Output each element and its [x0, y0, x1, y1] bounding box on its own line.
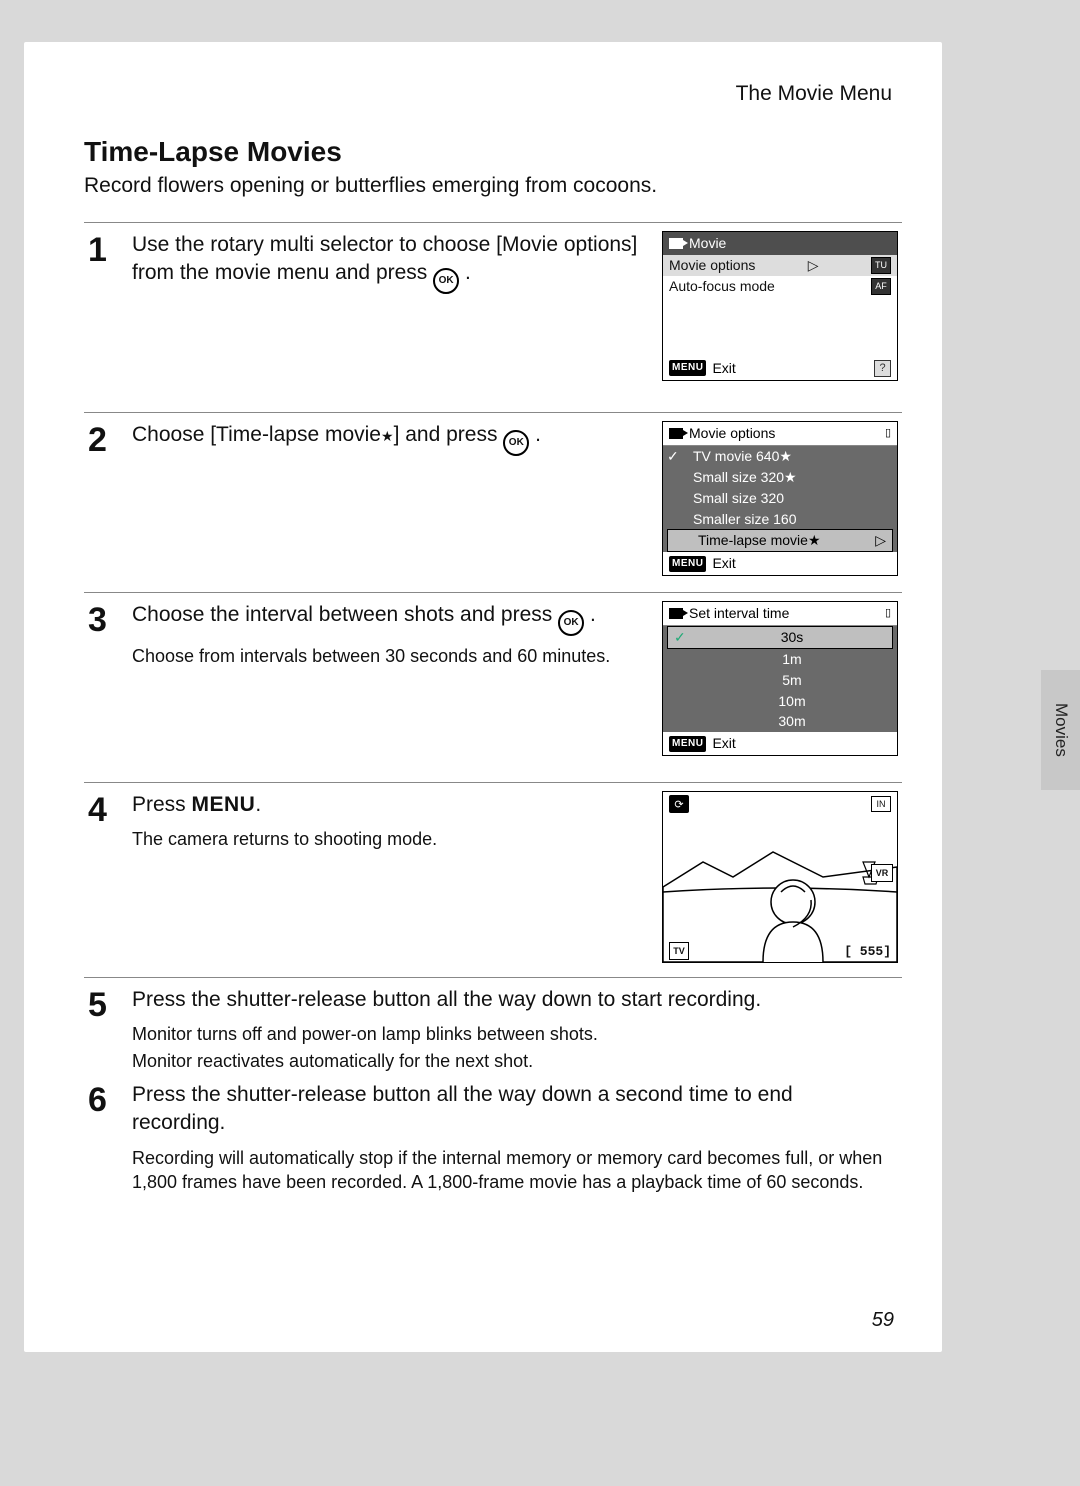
step-text-mid: ] and press	[394, 423, 504, 446]
lcd-shooting-preview: ⟳ IN VR TV [ 555]	[662, 791, 898, 963]
lcd-footer: MENU Exit	[663, 552, 897, 575]
step-text: Use the rotary multi selector to choose …	[132, 233, 637, 284]
step-4: 4 Press MENU. The camera returns to shoo…	[84, 783, 902, 978]
battery-icon: ▯	[885, 426, 891, 441]
movie-icon	[669, 608, 683, 619]
internal-memory-icon: IN	[871, 796, 891, 812]
option-tv-movie-640: ✓ TV movie 640★	[663, 446, 897, 467]
lcd-title: Set interval time	[689, 604, 789, 623]
interval-1m: 1m	[663, 649, 897, 670]
menu-button-icon: MENU	[669, 556, 706, 572]
step-body: Press MENU. The camera returns to shooti…	[132, 791, 650, 967]
chevron-right-icon: ▷	[808, 256, 819, 275]
page: The Movie Menu Time-Lapse Movies Record …	[0, 0, 1080, 1486]
side-tab-label: Movies	[1051, 703, 1071, 757]
step-screen: Movie Movie options ▷ TU Auto-focus mode…	[650, 231, 898, 402]
exit-label: Exit	[712, 359, 735, 378]
help-icon: ?	[874, 360, 891, 377]
step-6: 6 Press the shutter-release button all t…	[84, 1077, 902, 1204]
step-body: Press the shutter-release button all the…	[132, 1081, 898, 1194]
step-text: Choose the interval between shots and pr…	[132, 603, 558, 626]
step-text-tail: .	[535, 423, 541, 446]
option-small-320: Small size 320	[663, 488, 897, 509]
star-icon: ★	[381, 428, 394, 444]
step-number: 3	[88, 601, 132, 772]
lcd-footer: MENU Exit	[663, 732, 897, 755]
movie-icon	[669, 238, 683, 249]
step-number: 4	[88, 791, 132, 967]
step-text-tail: .	[590, 603, 596, 626]
movie-icon	[669, 428, 683, 439]
menu-button-icon: MENU	[669, 360, 706, 376]
step-hint: Choose from intervals between 30 seconds…	[132, 644, 642, 668]
step-screen: Movie options ▯ ✓ TV movie 640★ Small si…	[650, 421, 898, 582]
shooting-scene-illustration	[663, 792, 897, 962]
step-3: 3 Choose the interval between shots and …	[84, 593, 902, 783]
step-text: Press	[132, 793, 192, 816]
interval-30s-selected: ✓ 30s	[667, 626, 893, 649]
frame-counter: [ 555]	[844, 944, 891, 959]
menu-item-label: Movie options	[669, 256, 755, 275]
steps-list: 1 Use the rotary multi selector to choos…	[84, 222, 902, 1204]
step-text: Choose [Time-lapse movie	[132, 423, 381, 446]
step-number: 2	[88, 421, 132, 582]
chevron-right-icon: ▷	[875, 531, 886, 550]
step-number: 1	[88, 231, 132, 402]
ok-icon: OK	[433, 268, 459, 294]
step-body: Use the rotary multi selector to choose …	[132, 231, 650, 402]
step-body: Choose the interval between shots and pr…	[132, 601, 650, 772]
step-text: Press the shutter-release button all the…	[132, 1081, 890, 1138]
interval-30m: 30m	[663, 711, 897, 732]
option-small-320-star: Small size 320★	[663, 467, 897, 488]
mode-icon: TU	[871, 257, 891, 274]
menu-item-autofocus: Auto-focus mode AF	[663, 276, 897, 297]
menu-word: MENU	[192, 793, 256, 816]
exit-label: Exit	[712, 554, 735, 573]
step-2: 2 Choose [Time-lapse movie★] and press O…	[84, 413, 902, 593]
lcd-interval: Set interval time ▯ ✓ 30s 1m 5m 10m 30m	[662, 601, 898, 756]
interval-5m: 5m	[663, 670, 897, 691]
battery-icon: ▯	[885, 606, 891, 621]
ok-icon: OK	[558, 610, 584, 636]
step-screen: ⟳ IN VR TV [ 555]	[650, 791, 898, 967]
menu-button-icon: MENU	[669, 736, 706, 752]
section-subtitle: Record flowers opening or butterflies em…	[84, 174, 902, 198]
step-number: 6	[88, 1081, 132, 1194]
side-tab-movies: Movies	[1041, 670, 1080, 790]
tv-size-icon: TV	[669, 942, 689, 960]
exit-label: Exit	[712, 734, 735, 753]
step-body: Choose [Time-lapse movie★] and press OK …	[132, 421, 650, 582]
step-number: 5	[88, 986, 132, 1073]
step-hint: Monitor reactivates automatically for th…	[132, 1049, 890, 1073]
step-hint: The camera returns to shooting mode.	[132, 827, 642, 851]
ok-icon: OK	[503, 430, 529, 456]
interval-10m: 10m	[663, 691, 897, 712]
step-hint: Recording will automatically stop if the…	[132, 1146, 890, 1195]
menu-item-label: Auto-focus mode	[669, 277, 775, 296]
lcd-movie-menu: Movie Movie options ▷ TU Auto-focus mode…	[662, 231, 898, 381]
timelapse-mode-icon: ⟳	[669, 795, 689, 813]
page-content: The Movie Menu Time-Lapse Movies Record …	[24, 42, 942, 1352]
section-title: Time-Lapse Movies	[84, 136, 902, 168]
lcd-title: Movie options	[689, 424, 775, 443]
step-screen: Set interval time ▯ ✓ 30s 1m 5m 10m 30m	[650, 601, 898, 772]
option-time-lapse-selected: Time-lapse movie★ ▷	[667, 529, 893, 552]
header-section-title: The Movie Menu	[84, 82, 902, 106]
step-text: Press the shutter-release button all the…	[132, 986, 890, 1014]
step-body: Press the shutter-release button all the…	[132, 986, 898, 1073]
step-5: 5 Press the shutter-release button all t…	[84, 978, 902, 1077]
page-number: 59	[872, 1309, 894, 1332]
mode-icon: AF	[871, 278, 891, 295]
lcd-footer: MENU Exit ?	[663, 357, 897, 380]
step-1: 1 Use the rotary multi selector to choos…	[84, 223, 902, 413]
step-text-tail: .	[465, 261, 471, 284]
menu-item-movie-options: Movie options ▷ TU	[663, 255, 897, 276]
step-text-tail: .	[255, 793, 261, 816]
option-smaller-160: Smaller size 160	[663, 509, 897, 530]
step-hint: Monitor turns off and power-on lamp blin…	[132, 1022, 890, 1046]
lcd-title: Movie	[689, 234, 726, 253]
lcd-movie-options: Movie options ▯ ✓ TV movie 640★ Small si…	[662, 421, 898, 576]
vr-icon: VR	[871, 864, 893, 882]
